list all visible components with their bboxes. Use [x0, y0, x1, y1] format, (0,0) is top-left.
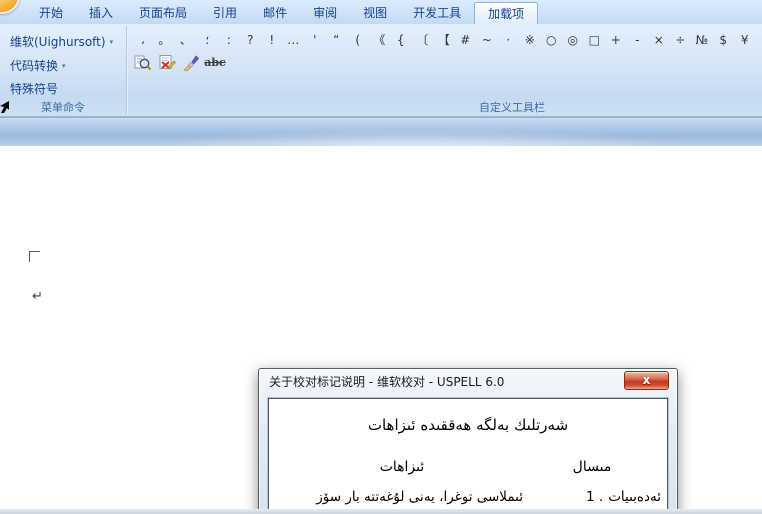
symbol-button[interactable]: ×	[648, 32, 670, 49]
tab-page-layout[interactable]: 页面布局	[126, 2, 200, 24]
symbol-button[interactable]: ؛	[197, 32, 219, 49]
symbol-button[interactable]: +	[605, 32, 627, 49]
group-separator	[126, 26, 127, 114]
table-row: ئىملاسى توغرا، يەنى لۇغەتتە بار سۆز 1 . …	[281, 484, 661, 510]
symbol-button[interactable]: ※	[519, 32, 541, 49]
symbol-button[interactable]: 〔	[412, 32, 434, 49]
word-application-window: 开始 插入 页面布局 引用 邮件 审阅 视图 开发工具 加载项 维软(Uighu…	[0, 0, 762, 514]
symbol-button[interactable]: 《	[369, 32, 391, 49]
symbol-button[interactable]: ،	[132, 32, 154, 49]
ribbon-addins-panel: 维软(Uighursoft) ▾ 代码转换 ▾ 特殊符号 菜单命令 ، 。 、 …	[0, 24, 762, 117]
format-brush-icon[interactable]	[181, 53, 201, 72]
strikethrough-abc-icon[interactable]: abc	[205, 53, 225, 72]
tab-view[interactable]: 视图	[350, 2, 400, 24]
uspell-dialog: 关于校对标记说明 - 维软校对 - USPELL 6.0 x شەرتلىك ب…	[258, 368, 678, 514]
menu-code-convert-label: 代码转换	[10, 57, 58, 74]
dialog-content: شەرتلىك بەلگە ھەققىدە ئىزاھات ئىزاھات مى…	[268, 398, 668, 514]
tab-developer[interactable]: 开发工具	[400, 2, 474, 24]
tab-insert[interactable]: 插入	[76, 2, 126, 24]
column-header-example: مىسال	[523, 459, 661, 475]
document-window-top-strip	[0, 117, 762, 146]
paragraph-return-icon: ↵	[32, 289, 43, 304]
example-word: ئەدەبىيات	[608, 484, 661, 510]
symbol-button[interactable]: ¥	[734, 32, 756, 49]
tab-add-ins[interactable]: 加载项	[474, 2, 538, 24]
symbol-button[interactable]: №	[691, 32, 713, 49]
group-label-custom-toolbars: 自定义工具栏	[412, 100, 612, 115]
menu-uighursoft[interactable]: 维软(Uighursoft) ▾	[10, 31, 113, 51]
row-number: 1 .	[586, 484, 603, 510]
symbol-button[interactable]: 【	[433, 32, 455, 49]
symbol-button[interactable]: 。	[154, 32, 176, 49]
symbol-button[interactable]: ◎	[562, 32, 584, 49]
table-header-row: ئىزاھات مىسال	[281, 459, 661, 475]
symbol-toolbar: ، 。 、 ؛ : ? ! … ' “ ( 《 { 〔 【 # ~ · ※ ○ …	[132, 32, 756, 49]
chevron-down-icon: ▾	[110, 38, 114, 46]
symbol-button[interactable]: -	[627, 32, 649, 49]
search-proof-icon[interactable]	[133, 53, 153, 72]
symbol-button[interactable]: “	[326, 32, 348, 49]
column-header-explanation: ئىزاھات	[281, 459, 523, 475]
close-button[interactable]: x	[624, 371, 669, 390]
tab-references[interactable]: 引用	[200, 2, 250, 24]
group-label-menu-commands: 菜单命令	[0, 100, 126, 115]
document-page[interactable]: ↵ 关于校对标记说明 - 维软校对 - USPELL 6.0 x شەرتلىك…	[0, 146, 762, 514]
dialog-heading: شەرتلىك بەلگە ھەققىدە ئىزاھات	[269, 416, 667, 434]
office-button-icon[interactable]	[0, 0, 20, 14]
proofing-toolbar: abc	[133, 53, 225, 72]
window-bottom-edge	[0, 509, 762, 514]
symbol-button[interactable]: □	[584, 32, 606, 49]
spelling-error-icon[interactable]	[157, 53, 177, 72]
example-cell: 1 . ئەدەبىيات	[523, 484, 661, 510]
symbol-button[interactable]: :	[218, 32, 240, 49]
symbol-button[interactable]: ~	[476, 32, 498, 49]
symbol-button[interactable]: 、	[175, 32, 197, 49]
chevron-down-icon: ▾	[62, 62, 66, 70]
ribbon-tab-bar: 开始 插入 页面布局 引用 邮件 审阅 视图 开发工具 加载项	[0, 0, 762, 24]
tab-home[interactable]: 开始	[26, 2, 76, 24]
dialog-title-bar[interactable]: 关于校对标记说明 - 维软校对 - USPELL 6.0	[259, 369, 677, 396]
symbol-button[interactable]: (	[347, 32, 369, 49]
symbol-button[interactable]: $	[713, 32, 735, 49]
symbol-button[interactable]: {	[390, 32, 412, 49]
symbol-button[interactable]: !	[261, 32, 283, 49]
symbol-button[interactable]: ○	[541, 32, 563, 49]
marks-table: ئىزاھات مىسال ئىملاسى توغرا، يەنى لۇغەتت…	[269, 459, 667, 514]
explanation-text: ئىملاسى توغرا، يەنى لۇغەتتە بار سۆز	[281, 484, 523, 510]
tab-mailings[interactable]: 邮件	[250, 2, 300, 24]
menu-special-symbols-label: 特殊符号	[10, 80, 58, 97]
symbol-button[interactable]: ?	[240, 32, 262, 49]
text-boundary-mark	[29, 251, 40, 262]
symbol-button[interactable]: ÷	[670, 32, 692, 49]
dialog-title: 关于校对标记说明 - 维软校对 - USPELL 6.0	[269, 375, 504, 389]
symbol-button[interactable]: '	[304, 32, 326, 49]
symbol-button[interactable]: ·	[498, 32, 520, 49]
strikethrough-abc-label: abc	[204, 56, 226, 69]
menu-uighursoft-label: 维软(Uighursoft)	[10, 33, 106, 50]
ribbon-tabs: 开始 插入 页面布局 引用 邮件 审阅 视图 开发工具 加载项	[26, 0, 538, 24]
symbol-button[interactable]: #	[455, 32, 477, 49]
menu-special-symbols[interactable]: 特殊符号	[10, 78, 58, 98]
tab-review[interactable]: 审阅	[300, 2, 350, 24]
menu-code-convert[interactable]: 代码转换 ▾	[10, 55, 66, 75]
symbol-button[interactable]: …	[283, 32, 305, 49]
